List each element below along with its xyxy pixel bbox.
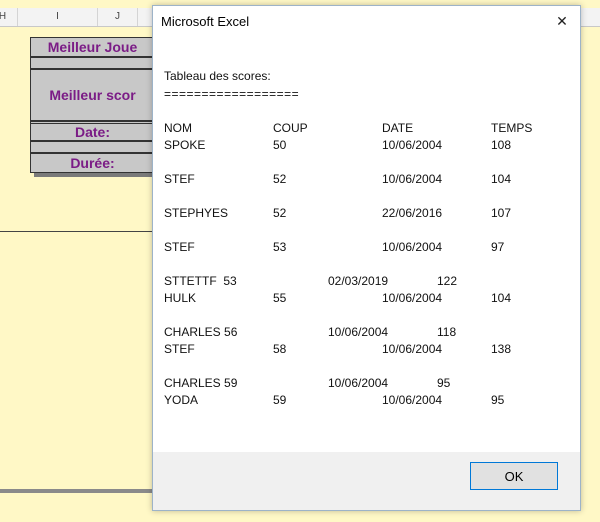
message-box-dialog: Microsoft Excel ✕ Tableau des scores: ==… — [152, 5, 581, 511]
row-9-nom: YODA — [164, 393, 199, 407]
row-6-date: 10/06/2004 — [328, 325, 389, 339]
row-0-coup: 50 — [273, 138, 287, 152]
row-9-date: 10/06/2004 — [382, 393, 443, 407]
col-date: DATE — [382, 121, 414, 135]
dialog-titlebar[interactable]: Microsoft Excel ✕ — [153, 6, 580, 38]
row-4-date: 02/03/2019 — [328, 274, 389, 288]
row-0-nom: SPOKE — [164, 138, 206, 152]
row-6-line: CHARLES 56 — [164, 325, 238, 339]
row-8-line: CHARLES 59 — [164, 376, 238, 390]
row-7-date: 10/06/2004 — [382, 342, 443, 356]
row-9-coup: 59 — [273, 393, 287, 407]
row-4-line: STTETTF 53 — [164, 274, 237, 288]
close-icon: ✕ — [556, 13, 568, 29]
col-temps: TEMPS — [491, 121, 533, 135]
row-3-temps: 97 — [491, 240, 505, 254]
row-3-nom: STEF — [164, 240, 195, 254]
row-7-coup: 58 — [273, 342, 287, 356]
row-7-nom: STEF — [164, 342, 195, 356]
row-2-nom: STEPHYES — [164, 206, 229, 220]
col-nom: NOM — [164, 121, 192, 135]
row-5-date: 10/06/2004 — [382, 291, 443, 305]
row-5-coup: 55 — [273, 291, 287, 305]
row-5-nom: HULK — [164, 291, 197, 305]
column-header-h[interactable]: H — [0, 8, 18, 26]
row-6-temps: 118 — [437, 325, 457, 339]
row-9-temps: 95 — [491, 393, 505, 407]
best-player-value-cell[interactable] — [30, 57, 155, 69]
row-2-coup: 52 — [273, 206, 287, 220]
best-player-label: Meilleur Joue — [30, 37, 155, 57]
close-button[interactable]: ✕ — [544, 6, 580, 36]
row-1-temps: 104 — [491, 172, 512, 186]
row-4-temps: 122 — [437, 274, 458, 288]
row-1-date: 10/06/2004 — [382, 172, 443, 186]
row-2-date: 22/06/2016 — [382, 206, 443, 220]
row-2-temps: 107 — [491, 206, 512, 220]
duration-label: Durée: — [30, 153, 155, 173]
row-7-temps: 138 — [491, 342, 512, 356]
ok-button[interactable]: OK — [470, 462, 558, 490]
row-1-nom: STEF — [164, 172, 195, 186]
scores-heading: Tableau des scores: — [164, 69, 271, 83]
cell-border-rule — [0, 489, 152, 493]
column-header-j[interactable]: J — [98, 8, 138, 26]
column-header-i[interactable]: I — [18, 8, 98, 26]
row-0-temps: 108 — [491, 138, 512, 152]
row-8-date: 10/06/2004 — [328, 376, 389, 390]
row-0-date: 10/06/2004 — [382, 138, 443, 152]
best-score-label: Meilleur scor — [30, 69, 155, 121]
row-3-coup: 53 — [273, 240, 287, 254]
cell-border-line — [0, 231, 152, 232]
col-coup: COUP — [273, 121, 308, 135]
date-value-cell[interactable] — [30, 141, 155, 153]
row-8-temps: 95 — [437, 376, 451, 390]
row-5-temps: 104 — [491, 291, 512, 305]
scores-separator: ================== — [164, 87, 300, 101]
row-3-date: 10/06/2004 — [382, 240, 443, 254]
date-label: Date: — [30, 123, 155, 141]
dialog-footer: OK — [153, 452, 580, 510]
row-1-coup: 52 — [273, 172, 287, 186]
dialog-title: Microsoft Excel — [161, 14, 250, 29]
